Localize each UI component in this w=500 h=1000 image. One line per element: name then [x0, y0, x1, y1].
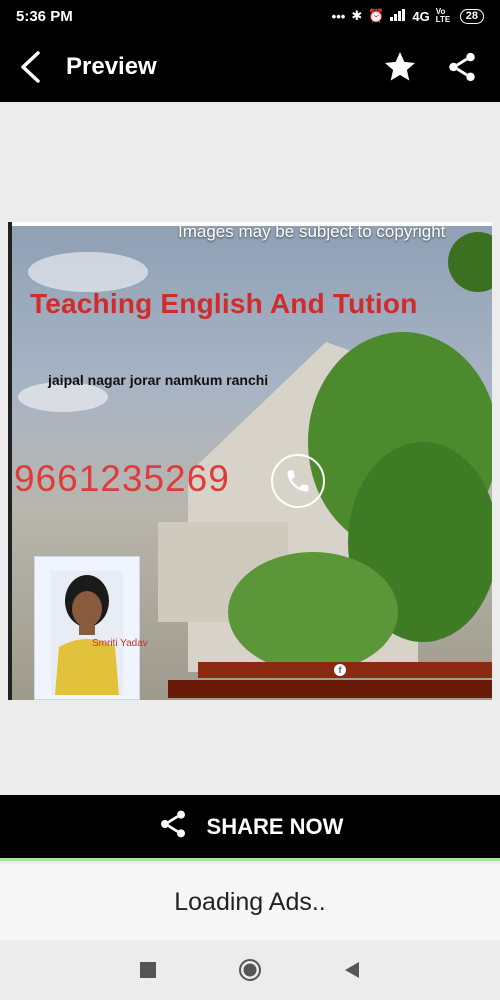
app-toolbar: Preview [0, 32, 500, 102]
footer-band-lower [168, 680, 492, 698]
tree [228, 552, 398, 672]
headline: Teaching English And Tution [30, 288, 418, 319]
share-now-label: SHARE NOW [206, 813, 344, 839]
share-now-button[interactable]: SHARE NOW [0, 795, 500, 861]
loading-ads-text: Loading Ads.. [174, 887, 326, 916]
status-time: 5:36 PM [16, 7, 73, 25]
signal-icon [390, 8, 406, 24]
phone-number: 9661235269 [14, 458, 230, 499]
preview-image: Images may be subject to copyright Teach… [8, 222, 492, 700]
share-icon [157, 808, 189, 845]
recent-apps-button[interactable] [133, 955, 163, 985]
profile-photo [34, 556, 140, 700]
system-nav-bar [0, 940, 500, 1000]
home-button[interactable] [235, 955, 265, 985]
cloud [28, 252, 148, 292]
page-title: Preview [66, 53, 157, 80]
more-dots-icon: ••• [331, 8, 346, 24]
ad-banner[interactable]: Loading Ads.. [0, 864, 500, 940]
copyright-notice: Images may be subject to copyright [178, 222, 446, 241]
back-button[interactable] [337, 955, 367, 985]
volte-indicator: Vo LTE [435, 7, 451, 24]
back-arrow-icon[interactable] [18, 47, 46, 87]
bluetooth-icon: ✱ [351, 8, 363, 23]
tree [448, 232, 492, 292]
image-left-edge [8, 222, 12, 700]
address-text: jaipal nagar jorar namkum ranchi [48, 372, 269, 388]
phone-call-icon [271, 454, 325, 508]
share-icon[interactable] [442, 47, 482, 87]
status-icons: ••• ✱ ⏰ 4G Vo LTE 28 [332, 8, 484, 24]
status-bar: 5:36 PM ••• ✱ ⏰ 4G Vo LTE 28 [0, 0, 500, 32]
name-tag: Smriti Yadav [92, 638, 148, 649]
battery-icon: 28 [459, 8, 484, 24]
alarm-icon: ⏰ [368, 8, 385, 23]
network-type: 4G [412, 8, 430, 24]
star-icon[interactable] [380, 47, 420, 87]
facebook-icon: f [334, 664, 346, 676]
